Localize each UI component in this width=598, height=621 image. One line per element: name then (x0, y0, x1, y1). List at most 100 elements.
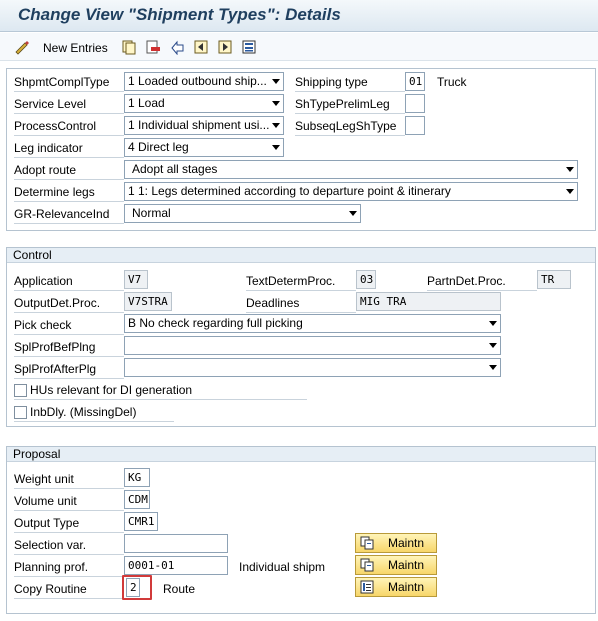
header-panel: ShpmtComplType 1 Loaded outbound ship...… (6, 68, 596, 231)
chevron-down-icon (272, 123, 280, 128)
partn-det-proc-label: PartnDet.Proc. (427, 274, 506, 288)
spl-prof-after-plg-label: SplProfAfterPlg (14, 362, 97, 376)
chevron-down-icon (272, 145, 280, 150)
label-underline (14, 554, 124, 555)
label-underline (14, 598, 124, 599)
planning-prof-input[interactable]: 0001-01 (124, 556, 228, 575)
label-underline (14, 510, 124, 511)
label-underline (14, 157, 124, 158)
label-underline (295, 135, 405, 136)
control-panel-header: Control (7, 248, 595, 263)
output-type-label: Output Type (14, 516, 80, 530)
label-underline (14, 201, 124, 202)
maintain-icon (360, 558, 374, 572)
label-underline (14, 179, 124, 180)
weight-unit-input[interactable]: KG (124, 468, 150, 487)
service-level-value: 1 Load (128, 96, 165, 110)
sh-type-prelim-leg-input[interactable] (405, 94, 425, 113)
label-underline (14, 223, 124, 224)
inb-dly-checkbox[interactable] (14, 406, 27, 419)
subseq-leg-sh-type-input[interactable] (405, 116, 425, 135)
deadlines-label: Deadlines (246, 296, 300, 310)
chevron-down-icon (349, 211, 357, 216)
spl-prof-bef-plng-dropdown[interactable] (124, 336, 501, 355)
selection-var-input[interactable] (124, 534, 228, 553)
volume-unit-input[interactable]: CDM (124, 490, 150, 509)
delete-icon[interactable] (145, 39, 161, 55)
label-underline (14, 334, 124, 335)
determine-legs-label: Determine legs (14, 185, 95, 199)
selection-var-maintain-button[interactable]: Maintn (355, 533, 437, 553)
label-underline (246, 312, 356, 313)
label-underline (14, 421, 174, 422)
copy-routine-text: Route (163, 582, 196, 596)
adopt-route-label: Adopt route (14, 163, 77, 177)
output-type-input[interactable]: CMR1 (124, 512, 158, 531)
pencil-glasses-icon[interactable] (14, 39, 30, 55)
shpmt-compl-type-value: 1 Loaded outbound ship... (128, 74, 267, 88)
label-underline (295, 113, 405, 114)
determine-legs-dropdown[interactable]: 1 1: Legs determined according to depart… (124, 182, 578, 201)
chevron-down-icon (272, 79, 280, 84)
maintain-label: Maintn (388, 580, 425, 594)
proposal-panel-header: Proposal (7, 447, 595, 462)
pick-check-label: Pick check (14, 318, 72, 332)
shpmt-compl-type-dropdown[interactable]: 1 Loaded outbound ship... (124, 72, 284, 91)
application-label: Application (14, 274, 73, 288)
application-field: V7 (124, 270, 148, 289)
adopt-route-dropdown[interactable]: Adopt all stages (124, 160, 578, 179)
process-control-dropdown[interactable]: 1 Individual shipment usi... (124, 116, 284, 135)
partn-det-proc-field: TR (537, 270, 571, 289)
maintain-icon (360, 536, 374, 550)
copy-as-icon[interactable] (121, 39, 137, 55)
label-underline (14, 290, 124, 291)
hus-relevant-checkbox[interactable] (14, 384, 27, 397)
shpmt-compl-type-label: ShpmtComplType (14, 75, 110, 89)
label-underline (14, 91, 124, 92)
output-det-proc-field: V7STRA (124, 292, 172, 311)
select-all-icon[interactable] (241, 39, 257, 55)
deadlines-field: MIG TRA (356, 292, 501, 311)
process-control-label: ProcessControl (14, 119, 97, 133)
service-level-label: Service Level (14, 97, 87, 111)
label-underline (14, 113, 124, 114)
application-toolbar: New Entries (0, 33, 598, 61)
leg-indicator-dropdown[interactable]: 4 Direct leg (124, 138, 284, 157)
spl-prof-bef-plng-label: SplProfBefPlng (14, 340, 96, 354)
chevron-down-icon (489, 343, 497, 348)
copy-routine-input[interactable]: 2 (126, 578, 140, 597)
shipping-type-input[interactable]: 01 (405, 72, 425, 91)
chevron-down-icon (489, 365, 497, 370)
gr-relevance-dropdown[interactable]: Normal (124, 204, 361, 223)
title-bar: Change View "Shipment Types": Details (0, 0, 598, 32)
planning-prof-maintain-button[interactable]: Maintn (355, 555, 437, 575)
service-level-dropdown[interactable]: 1 Load (124, 94, 284, 113)
spl-prof-after-plg-dropdown[interactable] (124, 358, 501, 377)
maintain-label: Maintn (388, 558, 425, 572)
proposal-panel: Proposal Weight unit KG Volume unit CDM … (6, 446, 596, 614)
label-underline (14, 399, 307, 400)
label-underline (14, 135, 124, 136)
label-underline (14, 576, 124, 577)
label-underline (295, 91, 405, 92)
shipping-type-text: Truck (437, 75, 467, 89)
new-entries-button[interactable]: New Entries (43, 41, 108, 55)
leg-indicator-label: Leg indicator (14, 141, 83, 155)
planning-prof-text: Individual shipm (239, 560, 326, 574)
undo-change-icon[interactable] (169, 39, 185, 55)
label-underline (246, 290, 356, 291)
page-title: Change View "Shipment Types": Details (18, 5, 341, 24)
label-underline (14, 532, 124, 533)
previous-entry-icon[interactable] (193, 39, 209, 55)
label-underline (14, 356, 124, 357)
chevron-down-icon (566, 167, 574, 172)
volume-unit-label: Volume unit (14, 494, 77, 508)
label-underline (14, 312, 124, 313)
next-entry-icon[interactable] (217, 39, 233, 55)
copy-routine-maintain-button[interactable]: Maintn (355, 577, 437, 597)
output-det-proc-label: OutputDet.Proc. (14, 296, 101, 310)
shipping-type-label: Shipping type (295, 75, 368, 89)
pick-check-dropdown[interactable]: B No check regarding full picking (124, 314, 501, 333)
adopt-route-value: Adopt all stages (132, 162, 218, 176)
control-panel: Control Application V7 TextDetermProc. 0… (6, 247, 596, 427)
